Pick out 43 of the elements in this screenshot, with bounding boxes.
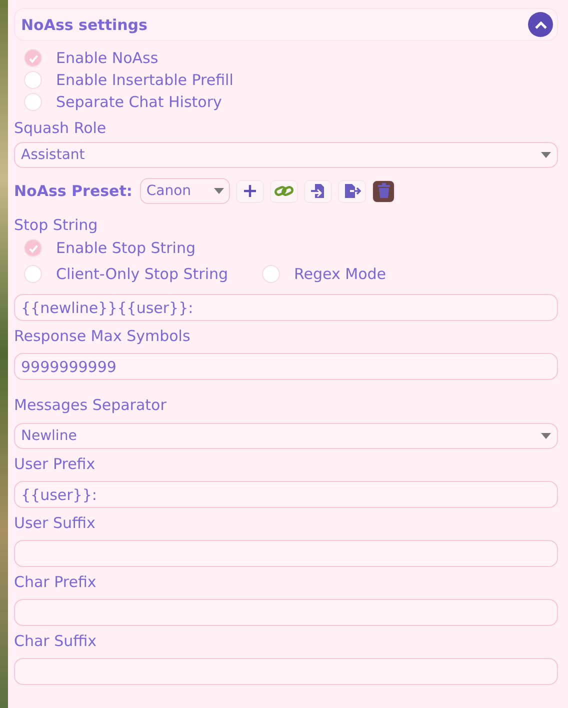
checkbox[interactable]: [24, 265, 42, 283]
field-label: NoAss Preset:: [14, 182, 132, 200]
caret-icon: [214, 188, 224, 194]
checkbox[interactable]: [24, 71, 42, 89]
field-label: Messages Separator: [14, 396, 168, 414]
input-field[interactable]: {{user}}:: [14, 481, 558, 508]
input-field[interactable]: [14, 540, 558, 567]
link-icon[interactable]: [270, 180, 298, 202]
file-export-icon[interactable]: [338, 180, 366, 202]
select-field[interactable]: Newline: [14, 423, 558, 449]
file-import-icon[interactable]: [304, 180, 332, 202]
input-field[interactable]: 9999999999: [14, 353, 558, 380]
panel-title: NoAss settings: [21, 16, 148, 34]
checkbox-label: Enable Stop String: [56, 239, 196, 257]
caret-icon: [541, 433, 551, 439]
input-field[interactable]: {{newline}}{{user}}:: [14, 294, 558, 321]
settings-header[interactable]: NoAss settings: [14, 8, 558, 41]
trash-icon[interactable]: [372, 180, 396, 202]
checkbox-label: Enable NoAss: [56, 49, 158, 67]
checkbox[interactable]: [262, 265, 280, 283]
plus-icon[interactable]: [236, 180, 264, 202]
caret-icon: [541, 152, 551, 158]
field-label: Squash Role: [14, 119, 108, 137]
select-field[interactable]: Assistant: [14, 142, 558, 168]
field-label: Char Suffix: [14, 632, 98, 650]
chevron-up-icon[interactable]: [528, 12, 553, 37]
checkbox-label: Enable Insertable Prefill: [56, 71, 234, 89]
checkbox[interactable]: [24, 49, 42, 67]
field-label: User Prefix: [14, 455, 96, 473]
checkbox-label: Regex Mode: [294, 265, 386, 283]
checkmark-icon: [28, 52, 38, 64]
checkmark-icon: [28, 242, 38, 254]
checkbox-label: Client-Only Stop String: [56, 265, 228, 283]
checkbox-label: Separate Chat History: [56, 93, 222, 111]
field-label: Stop String: [14, 216, 99, 234]
select-field[interactable]: Canon: [140, 178, 230, 204]
checkbox[interactable]: [24, 93, 42, 111]
input-field[interactable]: [14, 599, 558, 626]
field-label: Response Max Symbols: [14, 327, 192, 345]
field-label: User Suffix: [14, 514, 96, 532]
field-label: Char Prefix: [14, 573, 98, 591]
input-field[interactable]: [14, 658, 558, 685]
checkbox[interactable]: [24, 239, 42, 257]
